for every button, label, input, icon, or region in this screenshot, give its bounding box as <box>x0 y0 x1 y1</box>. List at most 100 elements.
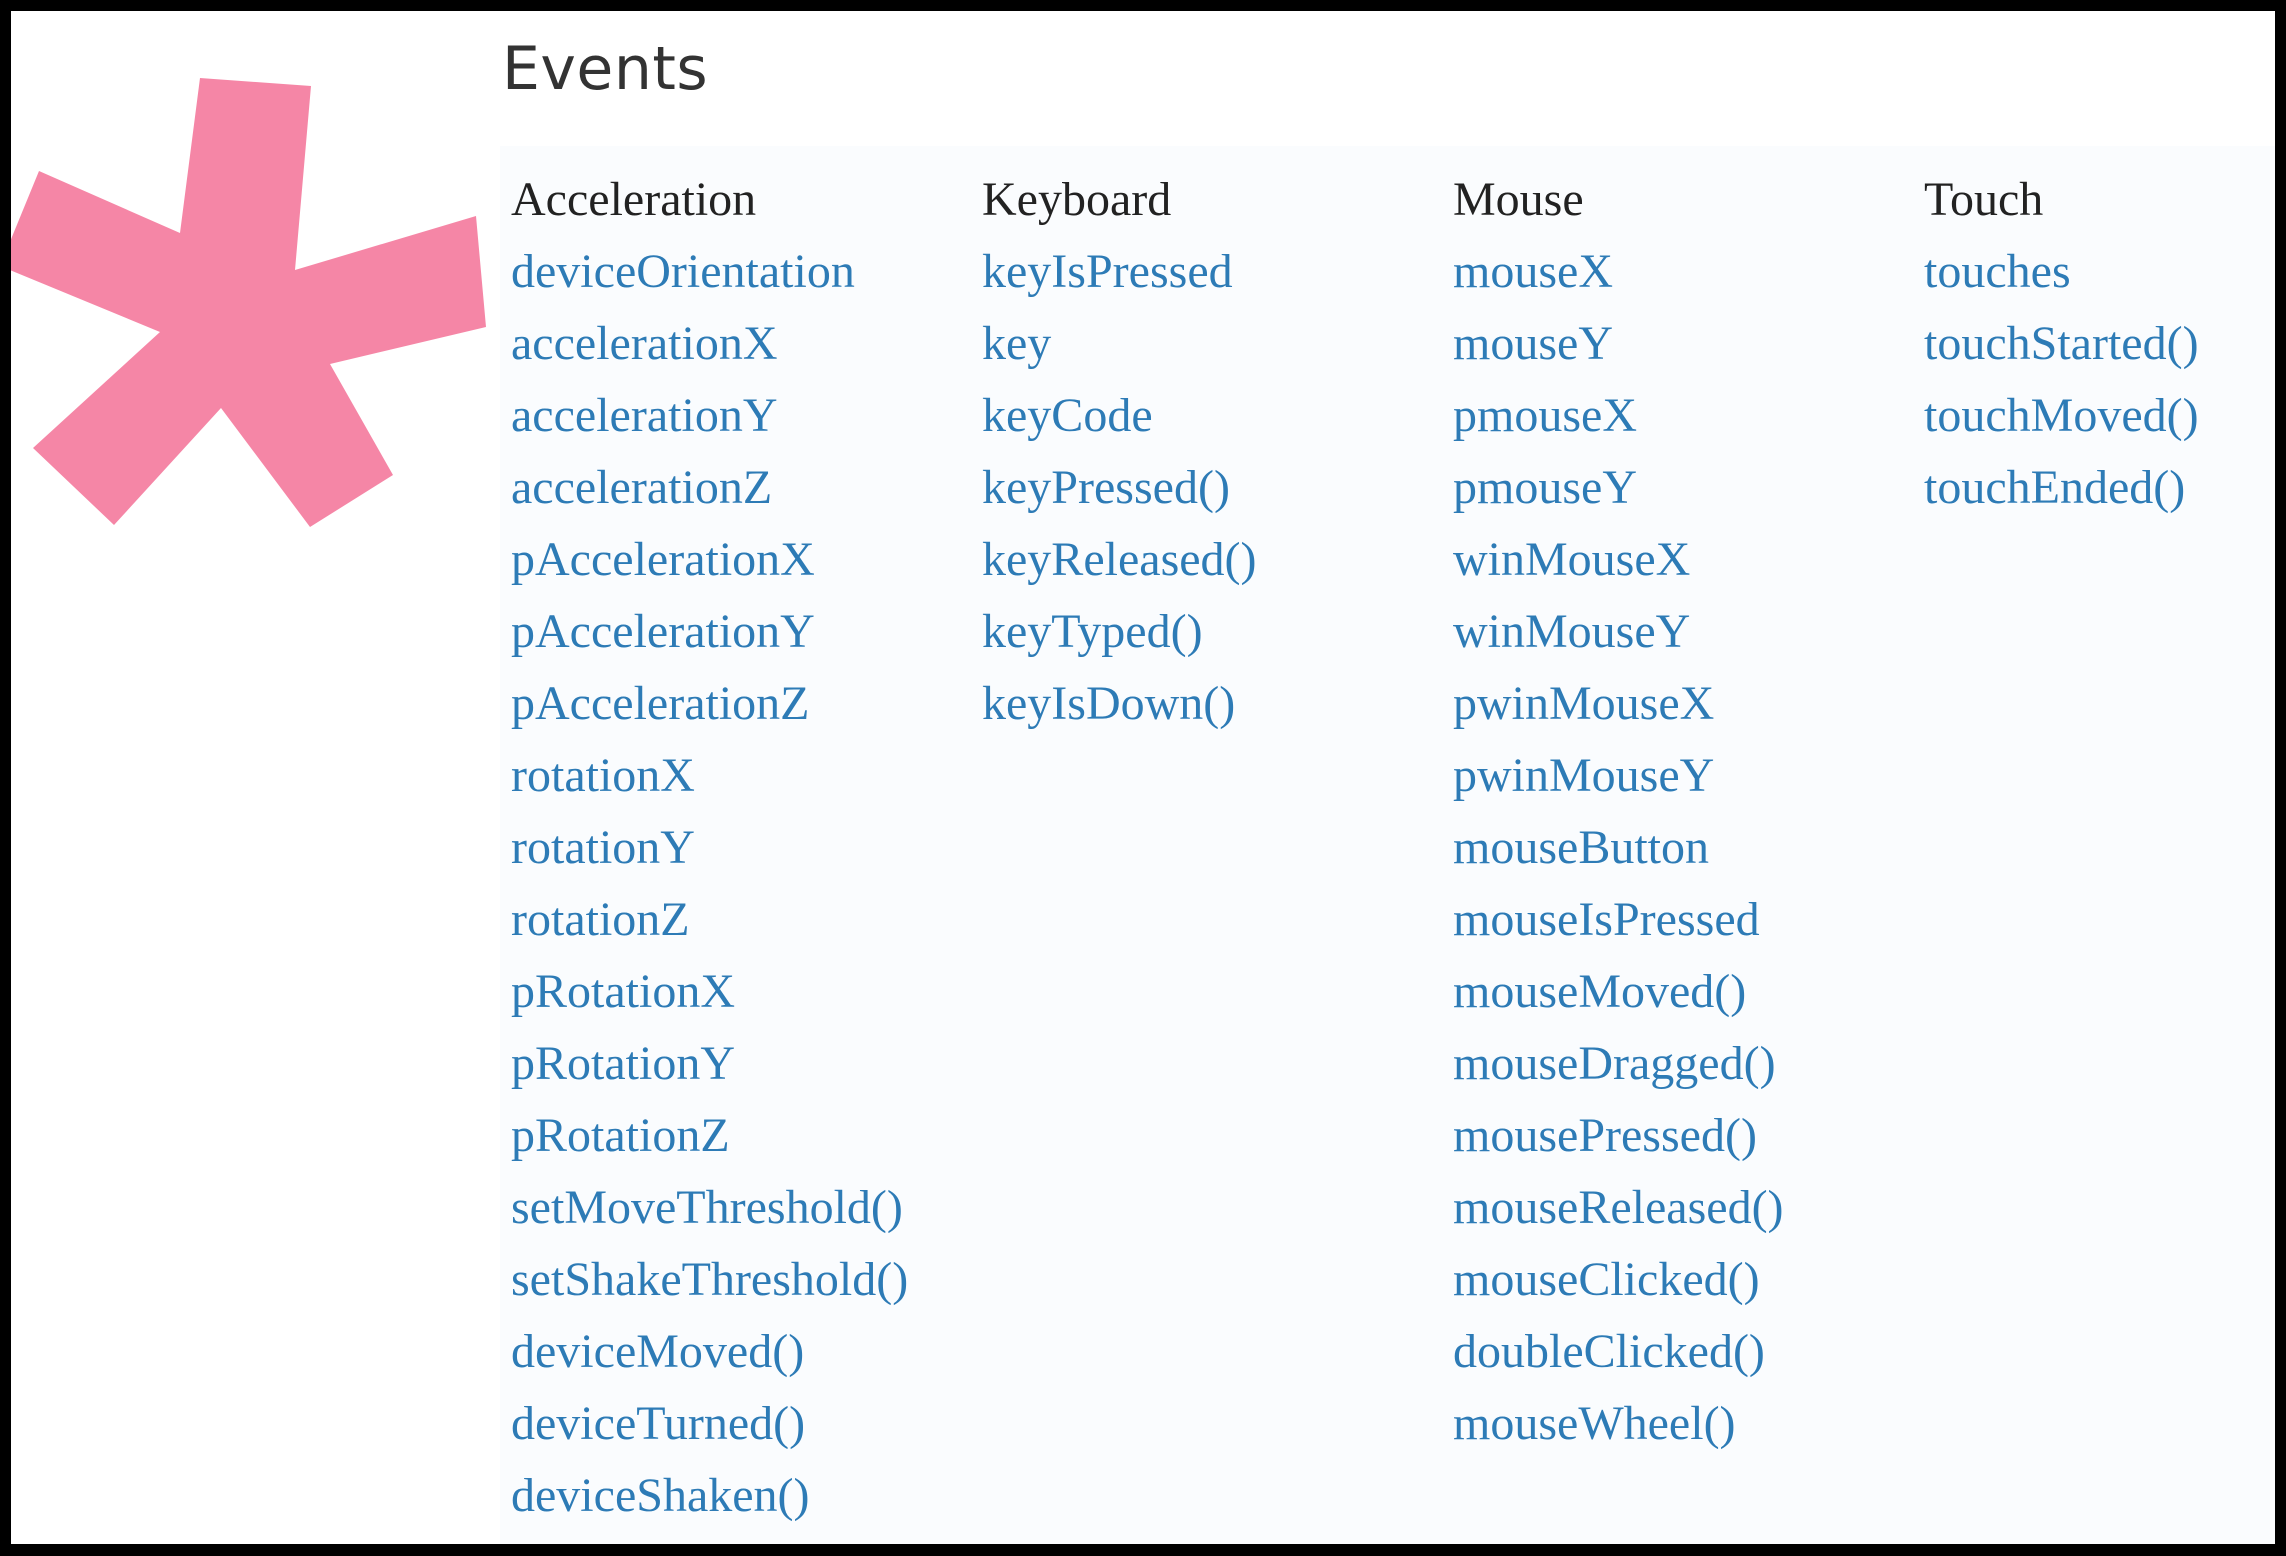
reference-link[interactable]: keyIsDown() <box>982 677 1235 730</box>
list-item: mouseY <box>1453 308 1913 380</box>
reference-link[interactable]: winMouseX <box>1453 533 1690 586</box>
list-item: pwinMouseX <box>1453 668 1913 740</box>
reference-link[interactable]: pAccelerationZ <box>511 677 810 730</box>
reference-link[interactable]: accelerationX <box>511 317 777 370</box>
list-item: keyIsPressed <box>982 236 1442 308</box>
reference-link[interactable]: setShakeThreshold() <box>511 1253 908 1306</box>
reference-link[interactable]: touchEnded() <box>1924 461 2185 514</box>
reference-link[interactable]: mouseIsPressed <box>1453 893 1760 946</box>
list-item: mouseIsPressed <box>1453 884 1913 956</box>
list-item: mousePressed() <box>1453 1100 1913 1172</box>
reference-link[interactable]: rotationY <box>511 821 695 874</box>
reference-link[interactable]: key <box>982 317 1051 370</box>
reference-link[interactable]: mouseX <box>1453 245 1613 298</box>
column-link-list: touches touchStarted() touchMoved() touchEn… <box>1924 236 2275 524</box>
reference-link[interactable]: pwinMouseX <box>1453 677 1714 730</box>
reference-link[interactable]: pAccelerationY <box>511 605 815 658</box>
reference-link[interactable]: touches <box>1924 245 2071 298</box>
reference-link[interactable]: deviceTurned() <box>511 1397 805 1450</box>
reference-link[interactable]: rotationX <box>511 749 695 802</box>
column-heading: Mouse <box>1453 173 1584 226</box>
reference-link[interactable]: pAccelerationX <box>511 533 815 586</box>
list-item: keyPressed() <box>982 452 1442 524</box>
reference-link[interactable]: mouseMoved() <box>1453 965 1746 1018</box>
reference-link[interactable]: keyIsPressed <box>982 245 1233 298</box>
column-heading: Keyboard <box>982 173 1172 226</box>
list-item: keyIsDown() <box>982 668 1442 740</box>
list-item: deviceShaken() <box>511 1460 971 1532</box>
list-item: pmouseY <box>1453 452 1913 524</box>
reference-link[interactable]: pRotationZ <box>511 1109 730 1162</box>
list-item: accelerationZ <box>511 452 971 524</box>
list-item: mouseDragged() <box>1453 1028 1913 1100</box>
list-item: rotationX <box>511 740 971 812</box>
list-item: pRotationY <box>511 1028 971 1100</box>
reference-link[interactable]: accelerationZ <box>511 461 772 514</box>
reference-link[interactable]: mouseReleased() <box>1453 1181 1784 1234</box>
list-item: mouseX <box>1453 236 1913 308</box>
list-item: deviceMoved() <box>511 1316 971 1388</box>
asterisk-icon <box>11 78 486 527</box>
reference-link[interactable]: accelerationY <box>511 389 777 442</box>
list-item: mouseWheel() <box>1453 1388 1913 1460</box>
reference-link[interactable]: pRotationX <box>511 965 735 1018</box>
column-heading: Touch <box>1924 173 2044 226</box>
reference-link[interactable]: mouseY <box>1453 317 1613 370</box>
list-item: setMoveThreshold() <box>511 1172 971 1244</box>
list-item: doubleClicked() <box>1453 1316 1913 1388</box>
reference-link[interactable]: touchMoved() <box>1924 389 2199 442</box>
asterisk-shape <box>11 78 486 527</box>
list-item: keyReleased() <box>982 524 1442 596</box>
reference-link[interactable]: deviceMoved() <box>511 1325 804 1378</box>
list-item: rotationY <box>511 812 971 884</box>
list-item: touchEnded() <box>1924 452 2275 524</box>
events-panel: Acceleration deviceOrientation accelerati… <box>500 146 2275 1544</box>
list-item: accelerationX <box>511 308 971 380</box>
reference-link[interactable]: mouseButton <box>1453 821 1709 874</box>
column-mouse: Mouse mouseX mouseY pmouseX pmouseY winMouse… <box>1453 164 1913 1460</box>
column-link-list: keyIsPressed key keyCode keyPressed() keyRel… <box>982 236 1442 740</box>
list-item: pAccelerationY <box>511 596 971 668</box>
reference-link[interactable]: mouseDragged() <box>1453 1037 1776 1090</box>
reference-link[interactable]: setMoveThreshold() <box>511 1181 903 1234</box>
list-item: pRotationZ <box>511 1100 971 1172</box>
reference-link[interactable]: deviceOrientation <box>511 245 855 298</box>
reference-link[interactable]: keyCode <box>982 389 1153 442</box>
list-item: mouseMoved() <box>1453 956 1913 1028</box>
list-item: touches <box>1924 236 2275 308</box>
reference-link[interactable]: pmouseX <box>1453 389 1637 442</box>
list-item: pwinMouseY <box>1453 740 1913 812</box>
reference-link[interactable]: touchStarted() <box>1924 317 2199 370</box>
reference-link[interactable]: doubleClicked() <box>1453 1325 1765 1378</box>
reference-link[interactable]: keyTyped() <box>982 605 1203 658</box>
list-item: touchMoved() <box>1924 380 2275 452</box>
list-item: pRotationX <box>511 956 971 1028</box>
reference-page: Events Acceleration deviceOrientation acc… <box>11 11 2275 1544</box>
reference-link[interactable]: pmouseY <box>1453 461 1637 514</box>
list-item: keyCode <box>982 380 1442 452</box>
reference-link[interactable]: mousePressed() <box>1453 1109 1757 1162</box>
reference-link[interactable]: pwinMouseY <box>1453 749 1714 802</box>
reference-link[interactable]: rotationZ <box>511 893 690 946</box>
column-keyboard: Keyboard keyIsPressed key keyCode keyPresse… <box>982 164 1442 740</box>
column-link-list: mouseX mouseY pmouseX pmouseY winMouseX winMo… <box>1453 236 1913 1460</box>
reference-link[interactable]: mouseClicked() <box>1453 1253 1760 1306</box>
list-item: key <box>982 308 1442 380</box>
list-item: pAccelerationX <box>511 524 971 596</box>
list-item: mouseReleased() <box>1453 1172 1913 1244</box>
list-item: mouseClicked() <box>1453 1244 1913 1316</box>
reference-link[interactable]: mouseWheel() <box>1453 1397 1736 1450</box>
reference-link[interactable]: deviceShaken() <box>511 1469 810 1522</box>
reference-link[interactable]: keyPressed() <box>982 461 1230 514</box>
column-heading: Acceleration <box>511 173 757 226</box>
list-item: deviceOrientation <box>511 236 971 308</box>
reference-link[interactable]: winMouseY <box>1453 605 1690 658</box>
list-item: rotationZ <box>511 884 971 956</box>
list-item: accelerationY <box>511 380 971 452</box>
column-acceleration: Acceleration deviceOrientation accelerati… <box>511 164 971 1532</box>
list-item: setShakeThreshold() <box>511 1244 971 1316</box>
reference-link[interactable]: pRotationY <box>511 1037 735 1090</box>
list-item: mouseButton <box>1453 812 1913 884</box>
section-title: Events <box>502 34 709 104</box>
reference-link[interactable]: keyReleased() <box>982 533 1257 586</box>
